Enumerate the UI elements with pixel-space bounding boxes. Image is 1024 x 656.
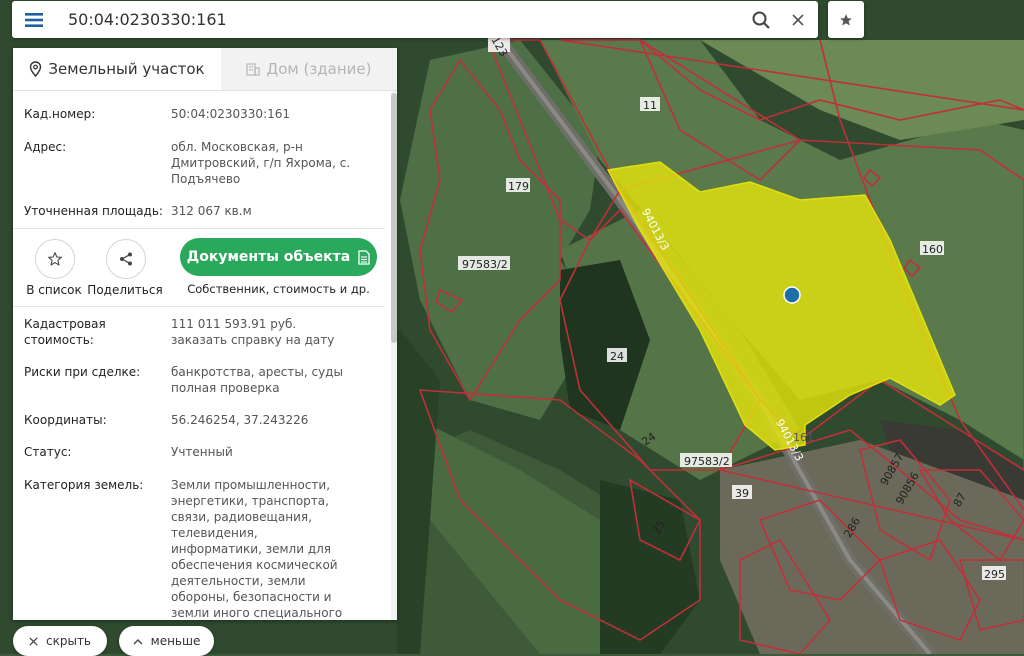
search-bar [12, 1, 818, 38]
document-icon [358, 249, 370, 265]
cadastral-cost-value: 111 011 593.91 руб. [171, 317, 297, 331]
address-label: Адрес: [24, 140, 67, 154]
map-label-39: 39 [735, 487, 749, 500]
divider [13, 228, 385, 229]
star-outline-icon [48, 252, 62, 266]
area-value: 312 067 кв.м [171, 204, 252, 218]
land-category-label: Категория земель: [24, 478, 144, 492]
favorite-button[interactable] [828, 1, 864, 38]
search-button[interactable] [747, 6, 775, 34]
collapse-panel-button[interactable]: меньше [119, 626, 214, 656]
add-to-list-button[interactable] [35, 239, 75, 279]
cad-number-label: Кад.номер: [24, 107, 96, 121]
tab-land-plot-label: Земельный участок [48, 60, 205, 78]
coordinates-value: 56.246254, 37.243226 [171, 413, 309, 427]
hide-panel-label: скрыть [46, 634, 91, 648]
object-documents-label: Документы объекта [186, 249, 351, 265]
order-report-link[interactable]: заказать справку на дату [171, 332, 381, 348]
star-icon [840, 13, 852, 26]
share-button[interactable] [106, 239, 146, 279]
panel-scroll-thumb[interactable] [391, 93, 397, 343]
status-value: Учтенный [171, 445, 233, 459]
cadastral-cost-label: Кадастровая стоимость: [24, 317, 106, 347]
building-icon [246, 63, 261, 76]
map-label-11: 11 [643, 99, 657, 112]
map-label-295: 295 [984, 568, 1005, 581]
chevron-up-icon [133, 638, 143, 644]
hamburger-icon [25, 12, 43, 27]
map-pin-icon [30, 61, 42, 77]
address-value: обл. Московская, р-н Дмитровский, г/п Ях… [171, 140, 351, 186]
divider [13, 306, 385, 307]
panel-tabs: Земельный участок Дом (здание) [13, 48, 397, 91]
share-icon [120, 252, 132, 266]
full-check-link[interactable]: полная проверка [171, 380, 381, 396]
coordinates-label: Координаты: [24, 413, 107, 427]
object-documents-button[interactable]: Документы объекта [180, 238, 377, 276]
info-panel: Земельный участок Дом (здание) Кад.номер… [13, 48, 397, 620]
search-input[interactable] [68, 7, 728, 31]
close-icon [29, 636, 38, 646]
clear-button[interactable] [784, 6, 812, 34]
map-label-179: 179 [508, 180, 529, 193]
location-marker [783, 286, 801, 304]
add-to-list-label: В список [26, 283, 82, 297]
map-label-97583-a: 97583/2 [462, 258, 508, 271]
cad-number-link[interactable]: 50:04:0230330:161 [171, 106, 381, 122]
map-label-160: 160 [922, 243, 943, 256]
land-category-value: Земли промышленности, энергетики, трансп… [171, 478, 343, 620]
magnifier-icon [752, 11, 770, 29]
object-documents-subtitle: Собственник, стоимость и др. [187, 282, 370, 296]
status-label: Статус: [24, 445, 72, 459]
menu-button[interactable] [12, 1, 56, 38]
panel-body: Кад.номер: 50:04:0230330:161 Адрес: обл.… [13, 91, 391, 620]
share-label: Поделиться [87, 283, 163, 297]
area-label: Уточненная площадь: [24, 204, 163, 218]
tab-land-plot[interactable]: Земельный участок [13, 48, 221, 90]
map-label-161: 161 [793, 431, 814, 444]
hide-panel-button[interactable]: скрыть [13, 626, 107, 656]
tab-building[interactable]: Дом (здание) [221, 48, 397, 90]
map-label-97583-b: 97583/2 [684, 455, 730, 468]
collapse-panel-label: меньше [150, 634, 201, 648]
map-label-24-a: 24 [610, 350, 624, 363]
risks-value: банкротства, аресты, суды [171, 365, 343, 379]
close-icon [792, 14, 804, 26]
tab-building-label: Дом (здание) [266, 60, 372, 78]
risks-label: Риски при сделке: [24, 365, 141, 379]
